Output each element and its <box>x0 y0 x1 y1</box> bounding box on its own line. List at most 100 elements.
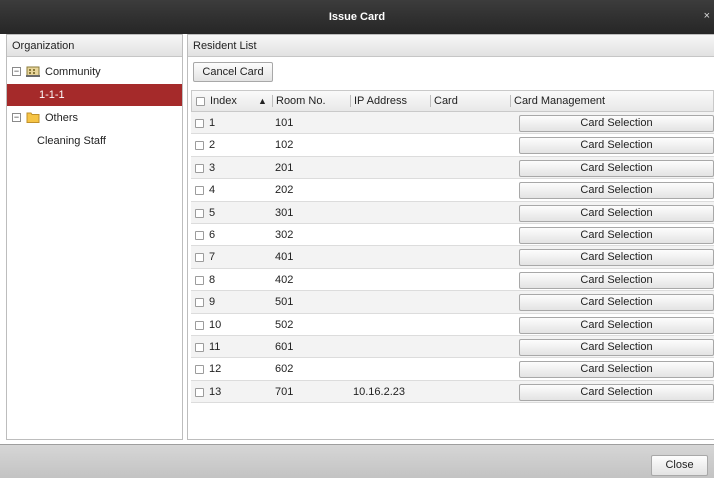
card-selection-button[interactable]: Card Selection <box>519 115 714 132</box>
cell-room-no: 202 <box>275 184 294 197</box>
column-ip-address[interactable]: IP Address <box>354 91 407 111</box>
row-checkbox[interactable] <box>195 163 204 173</box>
card-selection-button[interactable]: Card Selection <box>519 271 714 289</box>
row-checkbox[interactable] <box>195 320 204 330</box>
tree-node-1-1-1[interactable]: 1-1-1 <box>7 84 182 106</box>
card-selection-button[interactable]: Card Selection <box>519 182 714 200</box>
cell-index: 6 <box>209 228 216 241</box>
table-body: 1 101 Card Selection 2 102 Card Selection 3 201… <box>191 112 714 404</box>
tree-label: Cleaning Staff <box>37 135 106 147</box>
table-row[interactable]: 5 301 Card Selection <box>191 201 714 224</box>
cell-room-no: 602 <box>275 363 294 376</box>
row-checkbox[interactable] <box>195 186 204 196</box>
cell-room-no: 402 <box>275 273 294 286</box>
tree-label: Community <box>45 66 101 78</box>
card-selection-button[interactable]: Card Selection <box>519 159 714 177</box>
organization-header: Organization <box>7 35 182 57</box>
cell-index: 2 <box>209 139 216 152</box>
collapse-icon[interactable]: − <box>12 113 21 122</box>
organization-panel: Organization − Community 1-1-1 − Others … <box>6 34 183 440</box>
card-selection-button[interactable]: Card Selection <box>519 204 714 222</box>
table-header: Index ▲ Room No. IP Address Card Card Ma… <box>191 90 714 112</box>
table-row[interactable]: 9 501 Card Selection <box>191 291 714 314</box>
row-checkbox[interactable] <box>195 230 204 240</box>
cell-index: 4 <box>209 184 216 197</box>
cell-index: 11 <box>209 340 221 353</box>
row-checkbox[interactable] <box>195 253 204 263</box>
column-card-management[interactable]: Card Management <box>514 91 605 111</box>
resident-list-panel: Resident List Cancel Card Index ▲ Room N… <box>187 34 714 440</box>
toolbar: Cancel Card <box>188 57 714 85</box>
cell-room-no: 502 <box>275 318 294 331</box>
collapse-icon[interactable]: − <box>12 67 21 76</box>
footer: Close <box>0 444 714 478</box>
table-row[interactable]: 10 502 Card Selection <box>191 314 714 336</box>
row-checkbox[interactable] <box>195 119 204 128</box>
title-bar: Issue Card × <box>0 0 714 34</box>
row-checkbox[interactable] <box>195 141 204 151</box>
table-row[interactable]: 7 401 Card Selection <box>191 246 714 269</box>
tree-label: 1-1-1 <box>39 89 65 101</box>
cell-index: 9 <box>209 296 216 309</box>
table-row[interactable]: 6 302 Card Selection <box>191 224 714 247</box>
cell-room-no: 302 <box>275 228 294 241</box>
cell-index: 10 <box>209 318 222 331</box>
column-divider[interactable] <box>272 95 273 107</box>
cell-index: 8 <box>209 273 216 286</box>
cell-room-no: 102 <box>275 139 294 152</box>
row-checkbox[interactable] <box>195 387 204 397</box>
table-row[interactable]: 2 102 Card Selection <box>191 134 714 157</box>
card-selection-button[interactable]: Card Selection <box>519 294 714 312</box>
close-button[interactable]: Close <box>651 455 708 476</box>
column-divider[interactable] <box>430 95 431 107</box>
table-row[interactable]: 1 101 Card Selection <box>191 112 714 135</box>
cell-index: 1 <box>209 117 216 129</box>
cell-index: 7 <box>209 251 216 264</box>
tree-node-cleaning-staff[interactable]: Cleaning Staff <box>7 130 182 152</box>
column-room-no[interactable]: Room No. <box>276 91 326 111</box>
card-selection-button[interactable]: Card Selection <box>519 249 714 267</box>
resident-table: Index ▲ Room No. IP Address Card Card Ma… <box>191 90 714 404</box>
row-checkbox[interactable] <box>195 365 204 375</box>
close-icon[interactable]: × <box>704 10 710 22</box>
cell-ip-address: 10.16.2.23 <box>353 385 405 398</box>
column-card[interactable]: Card <box>434 91 458 111</box>
tree-label: Others <box>45 112 79 124</box>
column-divider[interactable] <box>510 95 511 107</box>
row-checkbox[interactable] <box>195 298 204 308</box>
sort-ascending-icon[interactable]: ▲ <box>258 91 267 111</box>
table-row[interactable]: 3 201 Card Selection <box>191 156 714 180</box>
card-selection-button[interactable]: Card Selection <box>519 383 714 401</box>
cell-room-no: 501 <box>275 296 294 309</box>
column-divider[interactable] <box>350 95 351 107</box>
tree-node-others[interactable]: − Others <box>7 107 182 129</box>
row-checkbox[interactable] <box>195 342 204 352</box>
cell-index: 12 <box>209 363 222 376</box>
card-selection-button[interactable]: Card Selection <box>519 226 714 244</box>
card-selection-button[interactable]: Card Selection <box>519 316 714 334</box>
cell-index: 13 <box>209 385 222 398</box>
table-row[interactable]: 12 602 Card Selection <box>191 358 714 381</box>
cell-room-no: 401 <box>275 251 294 264</box>
table-row[interactable]: 11 601 Card Selection <box>191 335 714 359</box>
cancel-card-button[interactable]: Cancel Card <box>193 62 273 82</box>
cell-room-no: 201 <box>275 161 294 174</box>
cell-room-no: 101 <box>275 117 294 129</box>
table-row[interactable]: 8 402 Card Selection <box>191 269 714 292</box>
table-row[interactable]: 4 202 Card Selection <box>191 179 714 202</box>
row-checkbox[interactable] <box>195 208 204 218</box>
cell-index: 5 <box>209 206 216 219</box>
building-icon <box>26 66 40 77</box>
card-selection-button[interactable]: Card Selection <box>519 361 714 379</box>
card-selection-button[interactable]: Card Selection <box>519 137 714 155</box>
card-selection-button[interactable]: Card Selection <box>519 338 714 356</box>
row-checkbox[interactable] <box>195 275 204 285</box>
folder-icon <box>26 112 40 123</box>
cell-room-no: 301 <box>275 206 294 219</box>
cell-room-no: 601 <box>275 340 294 353</box>
tree-node-community[interactable]: − Community <box>7 61 182 83</box>
select-all-checkbox[interactable] <box>196 97 205 106</box>
resident-list-header: Resident List <box>188 35 714 57</box>
column-index[interactable]: Index <box>210 91 237 111</box>
table-row[interactable]: 13 701 10.16.2.23 Card Selection <box>191 380 714 404</box>
